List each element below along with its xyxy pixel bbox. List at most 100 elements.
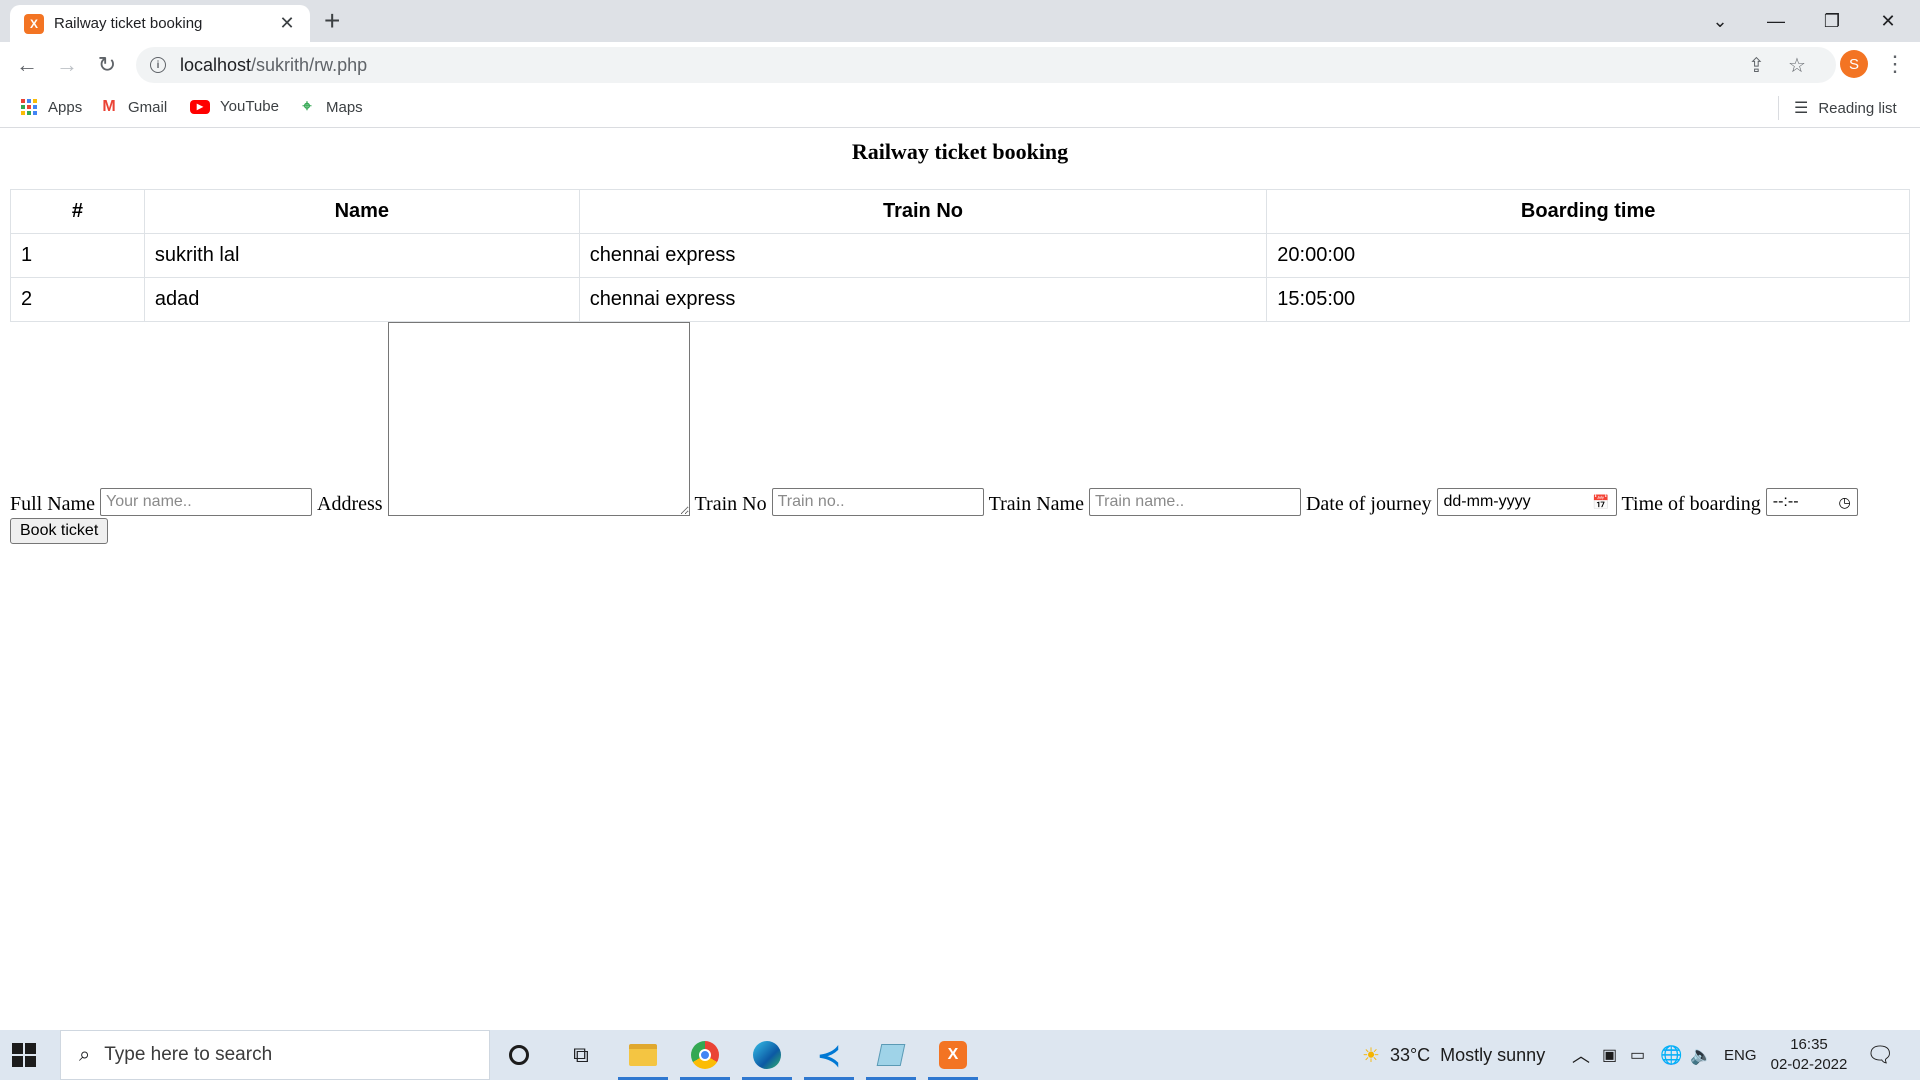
full-name-input[interactable] xyxy=(100,488,312,516)
cell-boarding-time: 20:00:00 xyxy=(1266,233,1910,278)
train-name-input[interactable] xyxy=(1088,488,1301,516)
reading-list-icon: ☰ xyxy=(1794,100,1809,117)
bookmark-gmail[interactable]: M Gmail xyxy=(100,98,167,116)
bookmark-apps-label: Apps xyxy=(48,98,83,116)
weather-sun-icon: ☀ xyxy=(1362,1044,1380,1067)
battery-icon[interactable]: ▭ xyxy=(1630,1030,1645,1080)
table-row: 2 adad chennai express 15:05:00 xyxy=(10,277,1910,322)
clock-icon[interactable]: ◷ xyxy=(1839,494,1851,511)
bookmark-apps[interactable]: Apps xyxy=(20,98,82,116)
cell-name: sukrith lal xyxy=(143,233,580,278)
bookmark-star-icon[interactable]: ☆ xyxy=(1788,53,1806,78)
volume-icon[interactable]: 🔈 xyxy=(1690,1030,1712,1080)
cortana-icon[interactable] xyxy=(486,1030,552,1080)
gmail-icon: M xyxy=(102,98,116,115)
new-tab-button[interactable]: + xyxy=(324,6,340,36)
column-header-boarding-time: Boarding time xyxy=(1266,189,1910,234)
train-no-input[interactable] xyxy=(771,488,984,516)
cell-train-no: chennai express xyxy=(578,233,1268,278)
xampp-taskbar-icon[interactable]: X xyxy=(920,1030,986,1080)
bookmark-maps[interactable]: ⌖ Maps xyxy=(298,98,363,116)
browser-toolbar: ← → ↻ i localhost/sukrith/rw.php ⇪ ☆ S ⋮ xyxy=(0,42,1920,88)
weather-widget[interactable]: ☀ 33°C Mostly sunny xyxy=(1362,1030,1545,1080)
edge-icon[interactable] xyxy=(734,1030,800,1080)
bookmark-youtube[interactable]: ▶ YouTube xyxy=(190,98,279,115)
search-icon: ⌕ xyxy=(79,1043,91,1066)
booking-form: Full Name Address Train No Train Name Da… xyxy=(10,322,1910,544)
show-hidden-icons-chevron-icon[interactable]: ︿ xyxy=(1572,1030,1590,1080)
cell-train-no: chennai express xyxy=(578,277,1268,322)
taskbar-search-box[interactable]: ⌕ Type here to search xyxy=(60,1030,490,1080)
forward-arrow-icon[interactable]: → xyxy=(52,50,82,80)
table-header-row: # Name Train No Boarding time xyxy=(10,189,1910,234)
cell-number: 2 xyxy=(10,277,145,322)
reload-icon[interactable]: ↻ xyxy=(92,50,122,80)
calendar-icon[interactable]: 📅 xyxy=(1592,494,1609,511)
time-of-boarding-label: Time of boarding xyxy=(1621,493,1761,515)
share-icon[interactable]: ⇪ xyxy=(1748,53,1765,78)
bookings-table: # Name Train No Boarding time 1 sukrith … xyxy=(10,189,1910,322)
task-view-icon[interactable]: ⧉ xyxy=(548,1030,614,1080)
table-row: 1 sukrith lal chennai express 20:00:00 xyxy=(10,233,1910,278)
weather-text: 33°C Mostly sunny xyxy=(1389,1044,1546,1065)
bookmark-maps-label: Maps xyxy=(326,98,363,116)
column-header-train-no: Train No xyxy=(578,189,1268,234)
restore-button[interactable]: ❐ xyxy=(1804,0,1860,42)
address-textarea[interactable] xyxy=(387,322,690,516)
date-of-journey-input[interactable]: dd-mm-yyyy 📅 xyxy=(1436,488,1617,516)
chrome-icon[interactable] xyxy=(672,1030,738,1080)
minimize-button[interactable]: — xyxy=(1748,0,1804,42)
train-no-label: Train No xyxy=(694,493,767,515)
full-name-label: Full Name xyxy=(10,493,95,515)
xampp-icon: X xyxy=(24,13,44,34)
file-explorer-icon[interactable] xyxy=(610,1030,676,1080)
windows-taskbar: ⌕ Type here to search ⧉ ≺ X ☀ 33°C Mostl… xyxy=(0,1030,1920,1080)
notepad-icon[interactable] xyxy=(858,1030,924,1080)
bookmark-youtube-label: YouTube xyxy=(220,98,279,115)
system-clock[interactable]: 16:35 02-02-2022 xyxy=(1764,1035,1854,1075)
profile-avatar[interactable]: S xyxy=(1840,50,1868,78)
column-header-number: # xyxy=(10,189,145,234)
language-indicator[interactable]: ENG xyxy=(1724,1030,1757,1080)
bookmarks-divider xyxy=(1778,96,1779,120)
url-host: localhost xyxy=(180,54,252,75)
clock-date: 02-02-2022 xyxy=(1770,1056,1848,1073)
date-placeholder: dd-mm-yyyy xyxy=(1443,493,1531,510)
page-title: Railway ticket booking xyxy=(851,139,1069,164)
train-name-label: Train Name xyxy=(988,493,1084,515)
chrome-menu-icon[interactable]: ⋮ xyxy=(1884,50,1906,78)
taskbar-search-placeholder: Type here to search xyxy=(104,1044,273,1065)
time-placeholder: --:-- xyxy=(1772,493,1799,510)
address-bar[interactable]: i localhost/sukrith/rw.php ⇪ ☆ xyxy=(136,47,1836,83)
tab-search-icon[interactable]: ⌄ xyxy=(1692,0,1748,42)
reading-list-button[interactable]: ☰ Reading list xyxy=(1794,98,1897,118)
vscode-icon[interactable]: ≺ xyxy=(796,1030,862,1080)
column-header-name: Name xyxy=(143,189,580,234)
notifications-icon[interactable]: 🗨 xyxy=(1866,1030,1894,1080)
back-arrow-icon[interactable]: ← xyxy=(12,50,42,80)
bookmark-gmail-label: Gmail xyxy=(128,98,168,116)
date-of-journey-label: Date of journey xyxy=(1305,493,1432,515)
maps-icon: ⌖ xyxy=(302,98,312,115)
url-text[interactable]: localhost/sukrith/rw.php xyxy=(180,55,367,76)
globe-network-icon[interactable]: 🌐 xyxy=(1660,1030,1682,1080)
browser-tab-strip: X Railway ticket booking ✕ + ⌄ — ❐ ✕ xyxy=(0,0,1920,42)
reading-list-label: Reading list xyxy=(1818,99,1897,117)
apps-grid-icon xyxy=(20,98,38,116)
cell-name: adad xyxy=(143,277,580,322)
bookmarks-bar: Apps M Gmail ▶ YouTube ⌖ Maps ☰ Reading … xyxy=(0,88,1920,128)
time-of-boarding-input[interactable]: --:-- ◷ xyxy=(1765,488,1858,516)
cell-number: 1 xyxy=(10,233,145,278)
browser-tab[interactable]: X Railway ticket booking ✕ xyxy=(10,5,310,42)
close-window-button[interactable]: ✕ xyxy=(1860,0,1916,42)
close-tab-icon[interactable]: ✕ xyxy=(276,13,298,34)
network-drive-icon[interactable]: ▣ xyxy=(1602,1030,1617,1080)
address-label: Address xyxy=(317,493,383,515)
url-path: /sukrith/rw.php xyxy=(251,54,368,75)
page-content: Railway ticket booking # Name Train No B… xyxy=(0,129,1920,1029)
windows-start-icon[interactable] xyxy=(12,1043,36,1067)
site-info-icon[interactable]: i xyxy=(150,57,166,73)
book-ticket-button[interactable]: Book ticket xyxy=(10,518,109,544)
tab-title: Railway ticket booking xyxy=(54,15,203,32)
clock-time: 16:35 xyxy=(1790,1036,1828,1053)
